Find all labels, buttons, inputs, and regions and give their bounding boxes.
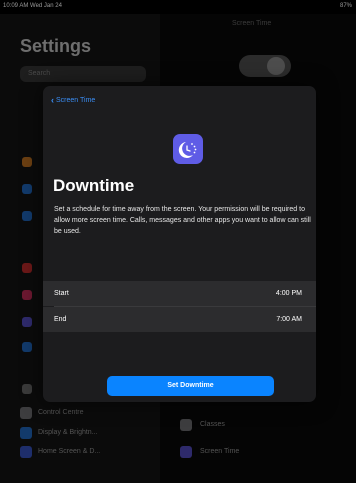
sidebar-item-home-screen[interactable]: Home Screen & D...	[20, 443, 146, 461]
start-time-value[interactable]: 4:00 PM	[276, 290, 302, 297]
detail-item-classes[interactable]: Classes	[180, 417, 340, 433]
end-label: End	[54, 316, 67, 323]
back-button[interactable]: ‹ Screen Time	[51, 94, 96, 105]
start-label: Start	[54, 290, 69, 297]
end-time-row[interactable]: End 7:00 AM	[43, 307, 316, 332]
detail-item-screen-time[interactable]: Screen Time	[180, 444, 340, 460]
background-toggle[interactable]	[239, 55, 291, 77]
sidebar-icon-red	[22, 263, 32, 273]
set-downtime-button[interactable]: Set Downtime	[107, 376, 274, 396]
sidebar-icon-blue	[22, 184, 32, 194]
sidebar-icon-orange	[22, 157, 32, 167]
sidebar-icon-indigo	[22, 317, 32, 327]
downtime-description: Set a schedule for time away from the sc…	[54, 206, 311, 235]
sidebar-item-control-centre[interactable]: Control Centre	[20, 404, 146, 422]
start-time-row[interactable]: Start 4:00 PM	[43, 281, 316, 306]
end-time-value[interactable]: 7:00 AM	[276, 316, 302, 323]
display-icon	[20, 427, 32, 439]
settings-search-field[interactable]: Search	[20, 66, 146, 82]
sidebar-icon-blue-2	[22, 211, 32, 221]
screen-time-icon	[180, 446, 192, 458]
control-centre-icon	[20, 407, 32, 419]
sidebar-icon-red-2	[22, 290, 32, 300]
chevron-left-icon: ‹	[51, 95, 54, 105]
sidebar-icon-gray	[22, 384, 32, 394]
downtime-title: Downtime	[53, 176, 135, 195]
classes-icon	[180, 419, 192, 431]
settings-title: Settings	[20, 36, 92, 56]
downtime-sheet: ‹ Screen Time Downtime Set a schedule for…	[43, 86, 316, 402]
detail-nav-title: Screen Time	[232, 20, 272, 27]
downtime-icon	[173, 134, 203, 164]
home-screen-icon	[20, 446, 32, 458]
back-button-label: Screen Time	[56, 97, 96, 104]
sidebar-item-display[interactable]: Display & Brightn...	[20, 424, 146, 442]
moon-clock-glyph	[178, 142, 197, 158]
sidebar-icon-blue-3	[22, 342, 32, 352]
